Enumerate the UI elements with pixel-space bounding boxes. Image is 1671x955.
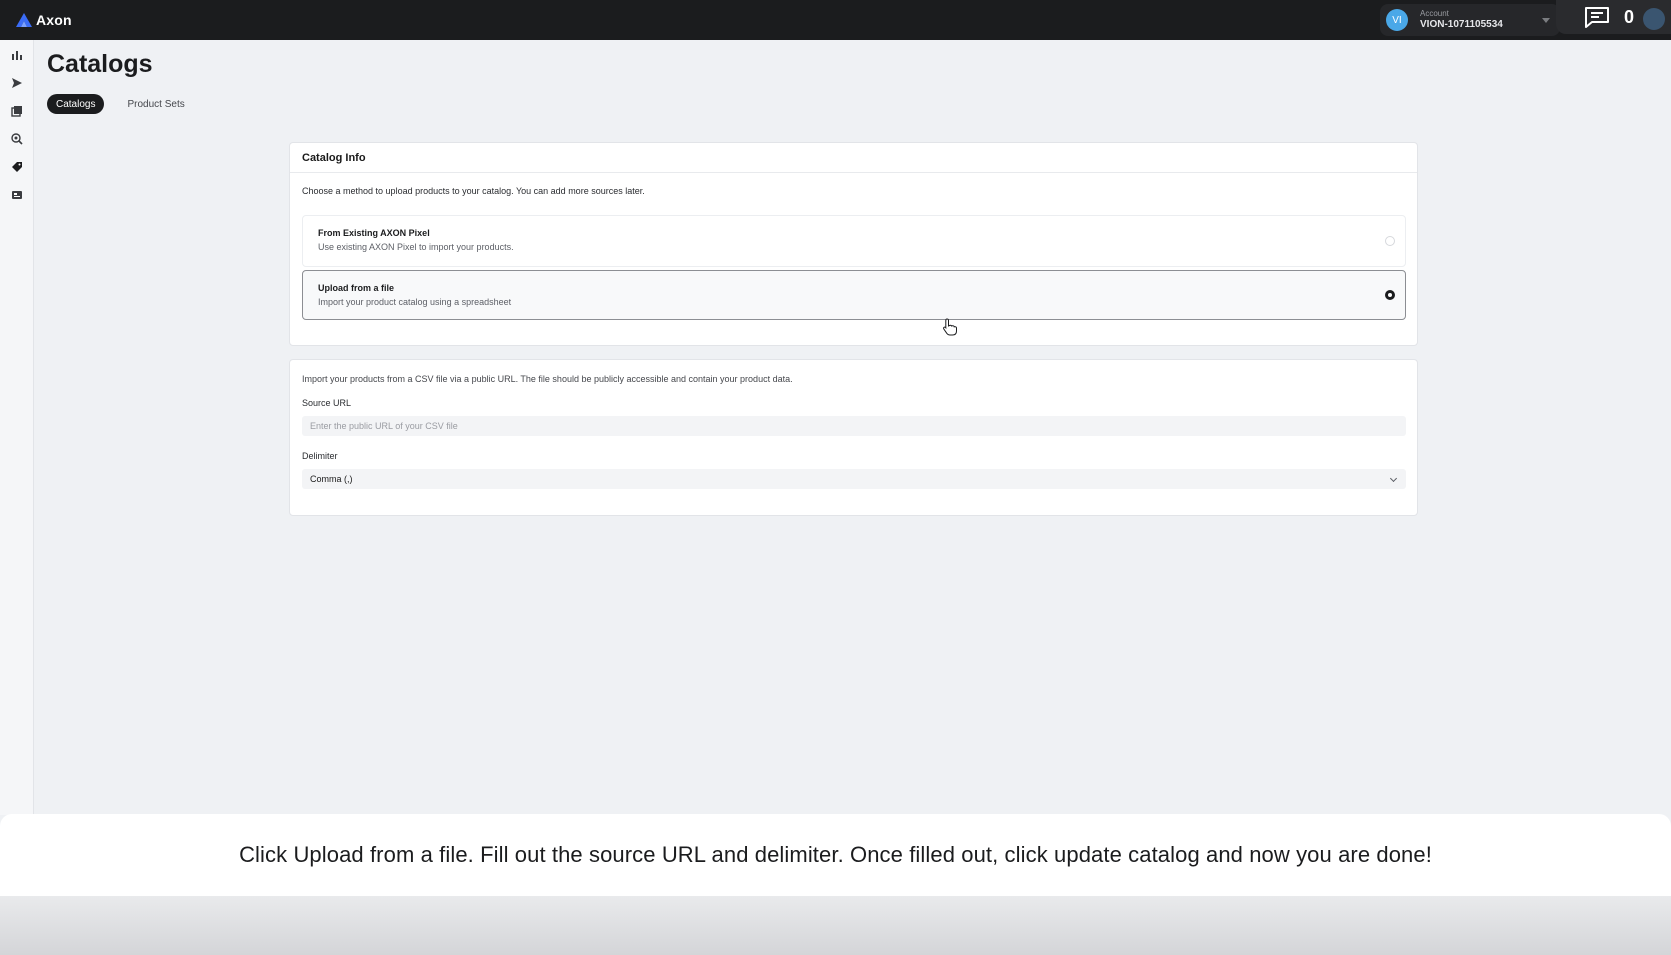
upload-description: Import your products from a CSV file via… xyxy=(302,374,793,384)
option-existing-pixel[interactable]: From Existing AXON Pixel Use existing AX… xyxy=(302,215,1406,267)
option-title: From Existing AXON Pixel xyxy=(318,228,430,238)
chat-bubble-icon xyxy=(1585,7,1609,28)
account-id: VION-1071105534 xyxy=(1420,19,1503,30)
chevron-down-icon xyxy=(1542,17,1550,23)
bar-chart-icon xyxy=(12,51,22,60)
delimiter-select[interactable]: Comma (,) xyxy=(302,469,1406,489)
sidebar-item-analytics[interactable] xyxy=(10,48,24,62)
search-target-icon xyxy=(11,133,23,145)
radio-upload-file[interactable] xyxy=(1385,290,1395,300)
tab-catalogs[interactable]: Catalogs xyxy=(47,94,105,114)
option-subtitle: Use existing AXON Pixel to import your p… xyxy=(318,242,514,252)
delimiter-value: Comma (,) xyxy=(310,474,353,484)
hand-cursor-icon xyxy=(943,318,957,336)
card-header: Catalog Info xyxy=(290,143,1417,173)
delimiter-label: Delimiter xyxy=(302,451,338,461)
source-url-input[interactable] xyxy=(310,421,1406,431)
tag-icon xyxy=(12,162,22,172)
chat-widget[interactable]: 0 xyxy=(1556,0,1671,34)
avatar: VI xyxy=(1386,9,1408,31)
tab-product-sets[interactable]: Product Sets xyxy=(118,94,193,114)
option-title: Upload from a file xyxy=(318,283,395,293)
chat-status-dot xyxy=(1643,8,1665,30)
sidebar-item-audiences[interactable] xyxy=(10,132,24,146)
tutorial-caption: Click Upload from a file. Fill out the s… xyxy=(0,814,1671,896)
axon-logo[interactable]: Axon xyxy=(16,11,72,29)
send-icon xyxy=(12,78,22,88)
catalog-info-description: Choose a method to upload products to yo… xyxy=(302,186,645,196)
catalog-info-card: Catalog Info Choose a method to upload p… xyxy=(289,142,1418,346)
page-tabs: Catalogs Product Sets xyxy=(47,94,194,114)
page-title: Catalogs xyxy=(47,50,153,78)
radio-existing-pixel[interactable] xyxy=(1385,236,1395,246)
source-url-field[interactable] xyxy=(302,416,1406,436)
source-url-label: Source URL xyxy=(302,398,352,408)
app-name: Axon xyxy=(36,12,72,28)
chevron-down-icon xyxy=(1389,474,1398,483)
option-subtitle: Import your product catalog using a spre… xyxy=(318,297,512,307)
top-bar: Axon VI Account VION-1071105534 0 xyxy=(0,0,1671,40)
bottom-fade xyxy=(0,896,1671,955)
sidebar-item-billing[interactable] xyxy=(10,188,24,202)
layers-icon xyxy=(11,106,22,117)
id-card-icon xyxy=(12,191,22,199)
account-switcher[interactable]: VI Account VION-1071105534 xyxy=(1380,4,1560,36)
account-label: Account xyxy=(1420,9,1449,18)
upload-source-card: Import your products from a CSV file via… xyxy=(289,359,1418,516)
axon-logo-icon xyxy=(16,13,32,27)
chat-count: 0 xyxy=(1624,6,1635,27)
option-upload-file[interactable]: Upload from a file Import your product c… xyxy=(302,270,1406,320)
sidebar-item-catalogs[interactable] xyxy=(10,160,24,174)
sidebar xyxy=(0,40,34,815)
sidebar-item-campaigns[interactable] xyxy=(10,76,24,90)
sidebar-item-creatives[interactable] xyxy=(10,104,24,118)
